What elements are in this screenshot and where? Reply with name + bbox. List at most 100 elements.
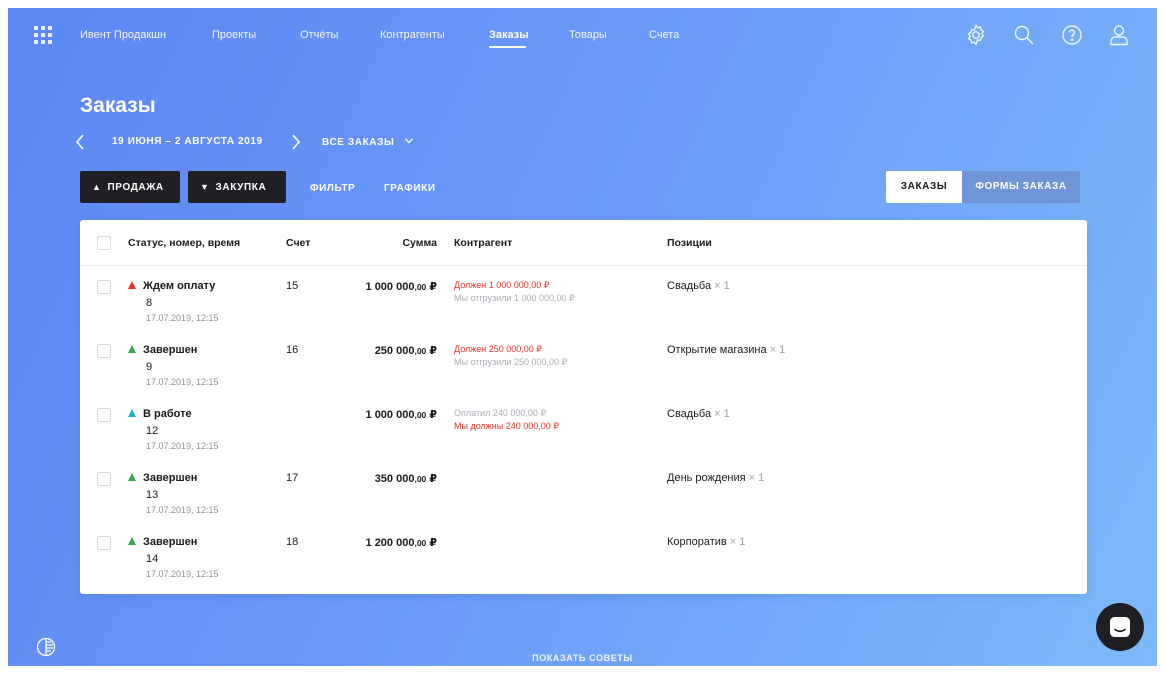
- purchase-button[interactable]: ▼ ЗАКУПКА: [188, 171, 286, 203]
- column-status[interactable]: Статус, номер, время: [128, 237, 240, 249]
- next-period-icon[interactable]: [288, 130, 304, 154]
- position-qty: × 1: [769, 344, 786, 356]
- order-status: Завершен: [128, 344, 197, 356]
- order-datetime: 17.07.2019, 12:15: [146, 505, 219, 515]
- order-number[interactable]: 8: [146, 297, 152, 309]
- show-tips-button[interactable]: ПОКАЗАТЬ СОВЕТЫ: [8, 653, 1157, 663]
- select-all-checkbox[interactable]: [97, 236, 111, 250]
- nav-active-underline: [489, 46, 526, 48]
- currency-symbol: ₽: [429, 409, 437, 421]
- invoice-number[interactable]: 17: [286, 472, 298, 484]
- order-number[interactable]: 13: [146, 489, 158, 501]
- table-row[interactable]: В работе 12 17.07.2019, 12:15 1 000 000,00 …: [80, 408, 1087, 473]
- invoice-number[interactable]: 15: [286, 280, 298, 292]
- nav-item-reports[interactable]: Отчёты: [300, 29, 338, 41]
- status-arrow-icon: [128, 409, 136, 417]
- sale-button[interactable]: ▲ ПРОДАЖА: [80, 171, 180, 203]
- sum-kopecks: ,00: [414, 282, 427, 292]
- nav-item-goods[interactable]: Товары: [569, 29, 607, 41]
- order-sum: 1 000 000,00 ₽: [366, 408, 437, 421]
- settings-gear-icon[interactable]: [964, 23, 988, 47]
- order-number[interactable]: 12: [146, 425, 158, 437]
- sum-main: 350 000: [374, 473, 415, 485]
- arrow-down-icon: ▼: [200, 182, 210, 192]
- tab-orders[interactable]: ЗАКАЗЫ: [886, 171, 962, 203]
- order-position[interactable]: Открытие магазина × 1: [667, 344, 785, 356]
- chat-icon: [1110, 617, 1130, 637]
- nav-item-event-production[interactable]: Ивент Продакшн: [80, 29, 166, 41]
- sum-kopecks: ,00: [414, 538, 427, 548]
- row-checkbox[interactable]: [97, 536, 111, 550]
- view-switcher: ЗАКАЗЫ ФОРМЫ ЗАКАЗА: [886, 171, 1080, 203]
- orders-filter-dropdown[interactable]: ВСЕ ЗАКАЗЫ: [322, 136, 414, 148]
- order-status-label: Завершен: [143, 536, 198, 548]
- table-row[interactable]: Завершен 14 17.07.2019, 12:15 18 1 200 000,0…: [80, 536, 1087, 601]
- row-checkbox[interactable]: [97, 472, 111, 486]
- column-positions[interactable]: Позиции: [667, 237, 712, 249]
- nav-item-projects[interactable]: Проекты: [212, 29, 256, 41]
- table-row[interactable]: Завершен 13 17.07.2019, 12:15 17 350 000,00 …: [80, 472, 1087, 537]
- chevron-down-icon: [404, 138, 413, 144]
- apps-grid-icon[interactable]: [34, 26, 52, 44]
- currency-symbol: ₽: [429, 281, 437, 293]
- orders-filter-label: ВСЕ ЗАКАЗЫ: [322, 137, 395, 148]
- order-sum: 1 200 000,00 ₽: [366, 536, 437, 549]
- order-sum: 350 000,00 ₽: [375, 472, 437, 485]
- sum-kopecks: ,00: [414, 410, 427, 420]
- order-position[interactable]: Свадьба × 1: [667, 280, 730, 292]
- search-icon[interactable]: [1012, 23, 1036, 47]
- order-status: Ждем оплату: [128, 280, 215, 292]
- row-checkbox[interactable]: [97, 408, 111, 422]
- counterparty-balance-line1: Должен 1 000 000,00 ₽: [454, 280, 550, 290]
- invoice-number[interactable]: 18: [286, 536, 298, 548]
- table-row[interactable]: Ждем оплату 8 17.07.2019, 12:15 15 1 000 000…: [80, 280, 1087, 345]
- charts-button[interactable]: ГРАФИКИ: [384, 183, 436, 194]
- order-status: В работе: [128, 408, 192, 420]
- nav-item-invoices[interactable]: Счета: [649, 29, 679, 41]
- counterparty-balance-line1: Оплатил 240 000,00 ₽: [454, 408, 547, 418]
- app-window: Ивент Продакшн Проекты Отчёты Контрагент…: [8, 8, 1157, 666]
- status-arrow-icon: [128, 281, 136, 289]
- purchase-button-label: ЗАКУПКА: [215, 182, 267, 193]
- help-icon[interactable]: [1060, 23, 1084, 47]
- column-sum[interactable]: Сумма: [402, 237, 437, 249]
- position-name: День рождения: [667, 472, 746, 484]
- order-number[interactable]: 9: [146, 361, 152, 373]
- currency-symbol: ₽: [429, 537, 437, 549]
- sale-button-label: ПРОДАЖА: [107, 182, 164, 193]
- filter-button[interactable]: ФИЛЬТР: [310, 183, 355, 194]
- nav-item-orders[interactable]: Заказы: [489, 29, 529, 41]
- order-number[interactable]: 14: [146, 553, 158, 565]
- order-position[interactable]: День рождения × 1: [667, 472, 764, 484]
- user-icon[interactable]: [1107, 23, 1131, 47]
- period-label[interactable]: 19 ИЮНЯ – 2 АВГУСТА 2019: [112, 136, 263, 147]
- position-name: Корпоратив: [667, 536, 727, 548]
- tab-order-forms[interactable]: ФОРМЫ ЗАКАЗА: [962, 171, 1080, 203]
- top-navigation: Ивент Продакшн Проекты Отчёты Контрагент…: [8, 8, 1157, 64]
- sum-main: 1 000 000: [365, 281, 415, 293]
- order-status-label: Завершен: [143, 472, 198, 484]
- order-status-label: Завершен: [143, 344, 198, 356]
- order-status: Завершен: [128, 536, 197, 548]
- arrow-up-icon: ▲: [92, 182, 102, 192]
- order-position[interactable]: Корпоратив × 1: [667, 536, 745, 548]
- row-checkbox[interactable]: [97, 344, 111, 358]
- row-checkbox[interactable]: [97, 280, 111, 294]
- order-status: Завершен: [128, 472, 197, 484]
- column-counterparty[interactable]: Контрагент: [454, 237, 512, 249]
- nav-item-counterparties[interactable]: Контрагенты: [380, 29, 445, 41]
- column-invoice[interactable]: Счет: [286, 237, 310, 249]
- prev-period-icon[interactable]: [72, 130, 88, 154]
- position-name: Свадьба: [667, 408, 712, 420]
- chat-support-button[interactable]: [1096, 603, 1144, 651]
- invoice-number[interactable]: 16: [286, 344, 298, 356]
- status-arrow-icon: [128, 345, 136, 353]
- table-row[interactable]: Завершен 9 17.07.2019, 12:15 16 250 000,00 ₽…: [80, 344, 1087, 409]
- orders-table: Статус, номер, время Счет Сумма Контраге…: [80, 220, 1087, 594]
- position-qty: × 1: [729, 536, 746, 548]
- order-position[interactable]: Свадьба × 1: [667, 408, 730, 420]
- order-status-label: В работе: [143, 408, 192, 420]
- position-name: Свадьба: [667, 280, 712, 292]
- position-qty: × 1: [714, 280, 730, 292]
- position-qty: × 1: [748, 472, 765, 484]
